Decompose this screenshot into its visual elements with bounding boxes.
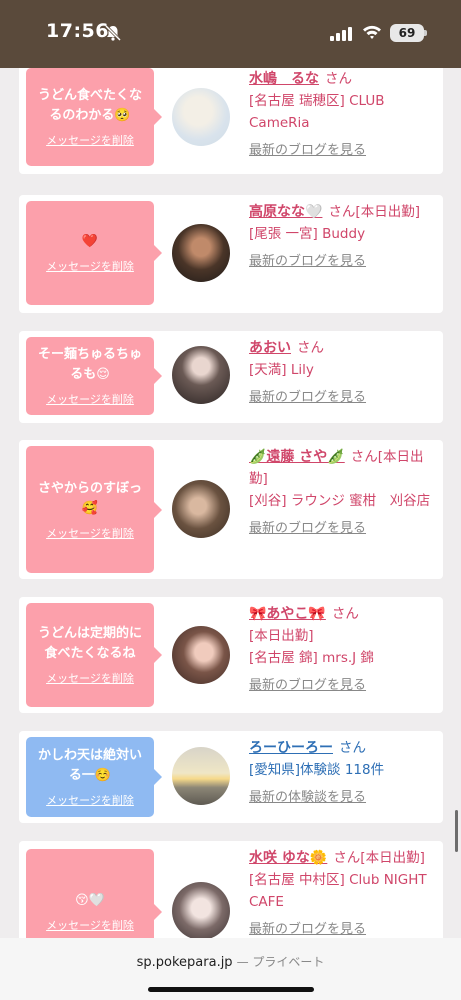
message-bubble: ❤️ メッセージを削除 xyxy=(26,201,162,305)
scrollbar[interactable] xyxy=(455,810,458,852)
private-mode-label: — プライベート xyxy=(236,955,325,969)
profile-name-link[interactable]: 高原なな🤍 xyxy=(249,204,322,220)
message-text: かしわ天は絶対いる一☺️ xyxy=(37,748,142,783)
message-bubble: かしわ天は絶対いる一☺️ メッセージを削除 xyxy=(26,737,162,817)
delete-message-link[interactable]: メッセージを削除 xyxy=(46,917,134,933)
status-time: 17:56 xyxy=(46,20,109,42)
battery-icon: 69 xyxy=(390,24,424,42)
profile-info: 高原なな🤍 さん[本日出勤] [尾張 一宮] Buddy 最新のブログを見る xyxy=(249,201,439,273)
message-bubble: うどんは定期的に食べたくなるね メッセージを削除 xyxy=(26,603,162,707)
message-text: うどん食べたくなるのわかる🥺 xyxy=(37,88,142,123)
latest-blog-link[interactable]: 最新のブログを見る xyxy=(249,518,439,540)
honorific: さん[本日出勤] xyxy=(333,850,425,866)
favorites-list[interactable]: うどん食べたくなるのわかる🥺 メッセージを削除 水嶋 るな さん [名古屋 瑞穂区… xyxy=(0,68,461,948)
shop-name: [名古屋 瑞穂区] CLUB CameRia xyxy=(249,93,385,131)
avatar[interactable] xyxy=(172,747,230,805)
list-item: うどんは定期的に食べたくなるね メッセージを削除 🎀あやこ🎀 さん [本日出勤] … xyxy=(19,597,443,713)
wifi-icon xyxy=(363,25,381,39)
status-bar: 17:56 69 xyxy=(0,0,461,68)
honorific: さん[本日出勤] xyxy=(328,204,420,220)
profile-name-link[interactable]: 🎀あやこ🎀 xyxy=(249,606,326,622)
avatar[interactable] xyxy=(172,88,230,146)
avatar[interactable] xyxy=(172,480,230,538)
review-count: [愛知県]体験談 118件 xyxy=(249,762,385,778)
list-item: 😚🤍 メッセージを削除 水咲 ゆな🌼 さん[本日出勤] [名古屋 中村区] Clu… xyxy=(19,841,443,948)
latest-blog-link[interactable]: 最新のブログを見る xyxy=(249,251,439,273)
profile-info: あおい さん [天満] Lily 最新のブログを見る xyxy=(249,337,439,409)
list-item: ❤️ メッセージを削除 高原なな🤍 さん[本日出勤] [尾張 一宮] Buddy … xyxy=(19,195,443,313)
honorific: さん xyxy=(325,71,352,87)
profile-info: 水咲 ゆな🌼 さん[本日出勤] [名古屋 中村区] Club NIGHT CAFE… xyxy=(249,847,439,941)
avatar[interactable] xyxy=(172,626,230,684)
message-text: 😚🤍 xyxy=(75,892,105,908)
list-item: さやからのすぼっ🥰 メッセージを削除 🫛遠藤 さや🫛 さん[本日出勤] [刈谷] … xyxy=(19,440,443,579)
delete-message-link[interactable]: メッセージを削除 xyxy=(46,132,134,148)
profile-info: 🫛遠藤 さや🫛 さん[本日出勤] [刈谷] ラウンジ 蜜柑 刈谷店 最新のブログを… xyxy=(249,446,439,540)
avatar[interactable] xyxy=(172,882,230,940)
latest-blog-link[interactable]: 最新のブログを見る xyxy=(249,387,439,409)
shop-name: [名古屋 錦] mrs.J 錦 xyxy=(249,650,374,666)
profile-name-link[interactable]: ろーひーろー xyxy=(249,740,333,756)
latest-review-link[interactable]: 最新の体験談を見る xyxy=(249,787,439,809)
delete-message-link[interactable]: メッセージを削除 xyxy=(46,391,134,407)
message-text: ❤️ xyxy=(81,234,99,249)
profile-name-link[interactable]: 水嶋 るな xyxy=(249,71,319,87)
profile-name-link[interactable]: あおい xyxy=(249,340,291,356)
profile-name-link[interactable]: 水咲 ゆな🌼 xyxy=(249,850,327,866)
message-text: さやからのすぼっ🥰 xyxy=(37,480,142,516)
profile-name-link[interactable]: 🫛遠藤 さや🫛 xyxy=(249,449,345,465)
delete-message-link[interactable]: メッセージを削除 xyxy=(46,525,134,541)
message-text: うどんは定期的に食べたくなるね xyxy=(37,626,142,661)
shop-name: [尾張 一宮] Buddy xyxy=(249,226,366,242)
delete-message-link[interactable]: メッセージを削除 xyxy=(46,792,134,808)
profile-info: 🎀あやこ🎀 さん [本日出勤] [名古屋 錦] mrs.J 錦 最新のブログを見る xyxy=(249,603,439,697)
message-bubble: 😚🤍 メッセージを削除 xyxy=(26,849,162,948)
message-bubble: そー麺ちゅるちゅるも😌 メッセージを削除 xyxy=(26,337,162,415)
message-bubble: さやからのすぼっ🥰 メッセージを削除 xyxy=(26,446,162,573)
delete-message-link[interactable]: メッセージを削除 xyxy=(46,258,134,274)
bell-slash-icon xyxy=(104,24,122,42)
honorific: さん xyxy=(297,340,324,356)
url-domain[interactable]: sp.pokepara.jp xyxy=(137,955,233,970)
honorific: さん xyxy=(339,740,366,756)
list-item: うどん食べたくなるのわかる🥺 メッセージを削除 水嶋 るな さん [名古屋 瑞穂区… xyxy=(19,68,443,174)
profile-info: 水嶋 るな さん [名古屋 瑞穂区] CLUB CameRia 最新のブログを見る xyxy=(249,68,439,162)
latest-blog-link[interactable]: 最新のブログを見る xyxy=(249,140,439,162)
latest-blog-link[interactable]: 最新のブログを見る xyxy=(249,675,439,697)
home-indicator[interactable] xyxy=(148,987,314,992)
list-item: そー麺ちゅるちゅるも😌 メッセージを削除 あおい さん [天満] Lily 最新の… xyxy=(19,331,443,423)
shop-name: [刈谷] ラウンジ 蜜柑 刈谷店 xyxy=(249,493,431,509)
message-bubble: うどん食べたくなるのわかる🥺 メッセージを削除 xyxy=(26,68,162,166)
cellular-signal-icon xyxy=(330,25,352,41)
shop-name: [天満] Lily xyxy=(249,362,314,378)
honorific: さん xyxy=(331,606,359,622)
message-text: そー麺ちゅるちゅるも😌 xyxy=(37,347,142,382)
profile-info: ろーひーろー さん [愛知県]体験談 118件 最新の体験談を見る xyxy=(249,737,439,809)
avatar[interactable] xyxy=(172,224,230,282)
list-item: かしわ天は絶対いる一☺️ メッセージを削除 ろーひーろー さん [愛知県]体験談 … xyxy=(19,731,443,823)
avatar[interactable] xyxy=(172,346,230,404)
delete-message-link[interactable]: メッセージを削除 xyxy=(46,670,134,686)
battery-tip xyxy=(424,30,427,36)
shop-name: [名古屋 中村区] Club NIGHT CAFE xyxy=(249,872,427,910)
shop-status: [本日出勤] xyxy=(249,628,314,644)
